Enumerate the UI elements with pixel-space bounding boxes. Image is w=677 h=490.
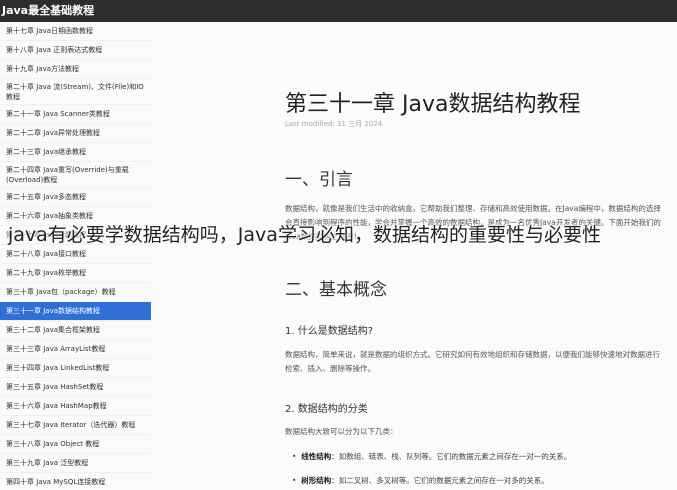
sidebar-item-ch32[interactable]: 第三十二章 Java集合框架教程 xyxy=(0,321,151,340)
sidebar-item-ch29[interactable]: 第二十九章 Java枚举教程 xyxy=(0,264,151,283)
sidebar-item-ch34[interactable]: 第三十四章 Java LinkedList教程 xyxy=(0,359,151,378)
sidebar-item-ch33[interactable]: 第三十三章 Java ArrayList教程 xyxy=(0,340,151,359)
sidebar-item-ch24[interactable]: 第二十四章 Java重写(Override)与重载(Overload)教程 xyxy=(0,162,151,188)
sidebar-item-ch37[interactable]: 第三十七章 Java Iterator（迭代器）教程 xyxy=(0,416,151,435)
bullet-desc: ：如数组、链表、栈、队列等。它们的数据元素之间存在一对一的关系。 xyxy=(331,452,572,461)
sidebar-item-ch21[interactable]: 第二十一章 Java Scanner类教程 xyxy=(0,105,151,124)
sidebar-item-ch35[interactable]: 第三十五章 Java HashSet教程 xyxy=(0,378,151,397)
sidebar-item-ch30[interactable]: 第三十章 Java包（package）教程 xyxy=(0,283,151,302)
sidebar: 第十七章 Java日期函数教程 第十八章 Java 正则表达式教程 第十九章 J… xyxy=(0,22,152,490)
page-title: 第三十一章 Java数据结构教程 xyxy=(285,92,581,117)
bullet-desc: ：如二叉树、多叉树等。它们的数据元素之间存在一对多的关系。 xyxy=(331,476,549,485)
subheading-what-is: 1. 什么是数据结构? xyxy=(285,326,374,337)
overlay-caption: java有必要学数据结构吗，Java学习必知，数据结构的重要性与必要性 xyxy=(8,224,601,246)
sidebar-item-ch23[interactable]: 第二十三章 Java继承教程 xyxy=(0,143,151,162)
definition-paragraph: 数据结构，简单来说，就是数据的组织方式。它研究如何有效地组织和存储数据，以便我们… xyxy=(285,350,660,373)
list-item: • 线性结构：如数组、链表、栈、队列等。它们的数据元素之间存在一对一的关系。 xyxy=(292,452,572,461)
list-item: • 树形结构：如二叉树、多叉树等。它们的数据元素之间存在一对多的关系。 xyxy=(292,476,549,485)
subheading-classification: 2. 数据结构的分类 xyxy=(285,404,368,415)
sidebar-item-ch18[interactable]: 第十八章 Java 正则表达式教程 xyxy=(0,41,151,60)
classification-intro: 数据结构大致可以分为以下几类： xyxy=(285,427,398,436)
sidebar-item-ch40[interactable]: 第四十章 Java MySQL连接教程 xyxy=(0,473,151,490)
sidebar-item-ch39[interactable]: 第三十九章 Java 泛型教程 xyxy=(0,454,151,473)
bullet-term: 线性结构 xyxy=(301,452,332,461)
sidebar-item-ch20[interactable]: 第二十章 Java 流(Stream)、文件(File)和IO教程 xyxy=(0,79,151,105)
sidebar-item-ch31-active[interactable]: 第三十一章 Java数据结构教程 xyxy=(0,302,151,321)
sidebar-item-ch17[interactable]: 第十七章 Java日期函数教程 xyxy=(0,22,151,41)
bullet-term: 树形结构 xyxy=(301,476,332,485)
sidebar-item-ch22[interactable]: 第二十二章 Java异常处理教程 xyxy=(0,124,151,143)
site-title[interactable]: Java最全基础教程 xyxy=(2,4,94,17)
section-heading-intro: 一、引言 xyxy=(285,170,353,190)
sidebar-item-ch36[interactable]: 第三十六章 Java HashMap教程 xyxy=(0,397,151,416)
last-modified: Last modified: 31 三月 2024 xyxy=(285,120,383,128)
top-header-bar: Java最全基础教程 xyxy=(0,0,677,22)
section-heading-basics: 二、基本概念 xyxy=(285,280,387,300)
sidebar-item-ch19[interactable]: 第十九章 Java方法教程 xyxy=(0,60,151,79)
sidebar-item-ch38[interactable]: 第三十八章 Java Object 教程 xyxy=(0,435,151,454)
sidebar-item-ch25[interactable]: 第二十五章 Java多态教程 xyxy=(0,188,151,207)
article-area: 第三十一章 Java数据结构教程 Last modified: 31 三月 20… xyxy=(151,22,677,490)
